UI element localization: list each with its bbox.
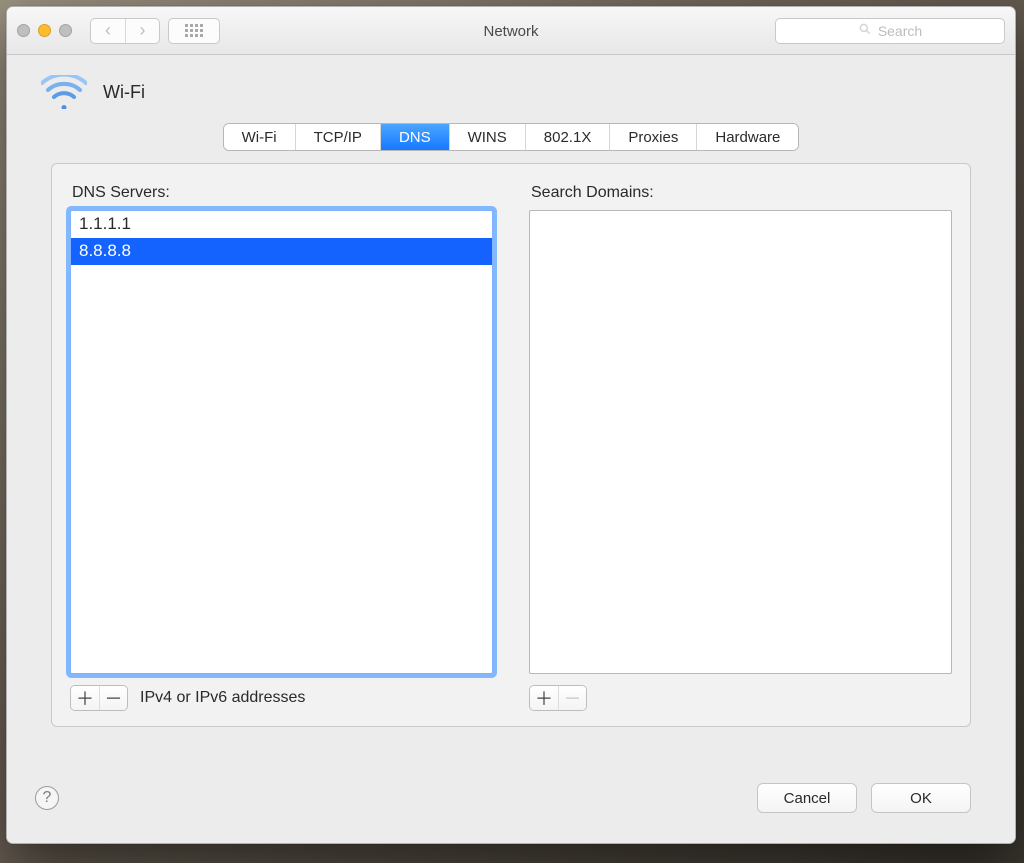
dns-add-remove-group: ＋ － [70, 685, 128, 711]
plus-icon: ＋ [535, 685, 553, 711]
dns-hint: IPv4 or IPv6 addresses [140, 689, 305, 707]
chevron-right-icon: › [140, 20, 146, 41]
dns-server-item[interactable]: 1.1.1.1 [71, 211, 492, 238]
tab-wins[interactable]: WINS [449, 124, 525, 150]
ok-button[interactable]: OK [871, 783, 971, 813]
interface-header: Wi-Fi [7, 55, 1015, 117]
tab-bar: Wi-FiTCP/IPDNSWINS802.1XProxiesHardware [7, 123, 1015, 151]
nav-back-forward: ‹ › [90, 18, 160, 44]
apps-grid-icon [185, 24, 203, 37]
search-domains-label: Search Domains: [531, 184, 952, 202]
search-field[interactable]: Search [775, 18, 1005, 44]
nav-back-button[interactable]: ‹ [91, 19, 125, 43]
tab-proxies[interactable]: Proxies [609, 124, 696, 150]
bottom-bar: ? Cancel OK [7, 769, 1015, 843]
domains-add-button[interactable]: ＋ [530, 686, 558, 710]
domains-add-remove-group: ＋ － [529, 685, 587, 711]
tab-802-1x[interactable]: 802.1X [525, 124, 610, 150]
help-button[interactable]: ? [35, 786, 59, 810]
tab-wi-fi[interactable]: Wi-Fi [224, 124, 295, 150]
chevron-left-icon: ‹ [105, 20, 111, 41]
dns-add-button[interactable]: ＋ [71, 686, 99, 710]
search-placeholder: Search [878, 23, 922, 39]
dns-servers-label: DNS Servers: [72, 184, 493, 202]
dns-servers-list[interactable]: 1.1.1.18.8.8.8 [70, 210, 493, 674]
sheet: Wi-Fi Wi-FiTCP/IPDNSWINS802.1XProxiesHar… [7, 55, 1015, 843]
plus-icon: ＋ [76, 685, 94, 711]
preferences-window: ‹ › Network Search [6, 6, 1016, 844]
nav-forward-button[interactable]: › [125, 19, 159, 43]
search-icon [858, 22, 872, 39]
close-window-button[interactable] [17, 24, 30, 37]
domains-remove-button[interactable]: － [558, 686, 586, 710]
wifi-icon [41, 75, 87, 109]
search-domains-list[interactable] [529, 210, 952, 674]
dns-servers-column: DNS Servers: 1.1.1.18.8.8.8 ＋ － IPv4 or … [70, 184, 493, 712]
zoom-window-button[interactable] [59, 24, 72, 37]
show-all-prefs-button[interactable] [168, 18, 220, 44]
dns-panel: DNS Servers: 1.1.1.18.8.8.8 ＋ － IPv4 or … [51, 163, 971, 727]
minus-icon: － [105, 685, 123, 711]
minimize-window-button[interactable] [38, 24, 51, 37]
minus-icon: － [564, 685, 582, 711]
tab-dns[interactable]: DNS [380, 124, 449, 150]
help-icon: ? [43, 789, 52, 807]
tab-tcp-ip[interactable]: TCP/IP [295, 124, 380, 150]
dns-remove-button[interactable]: － [99, 686, 127, 710]
interface-name: Wi-Fi [103, 82, 145, 103]
window-controls [17, 24, 72, 37]
cancel-button[interactable]: Cancel [757, 783, 857, 813]
search-domains-column: Search Domains: ＋ － [529, 184, 952, 712]
titlebar: ‹ › Network Search [7, 7, 1015, 55]
dns-server-item[interactable]: 8.8.8.8 [71, 238, 492, 265]
tab-hardware[interactable]: Hardware [696, 124, 798, 150]
